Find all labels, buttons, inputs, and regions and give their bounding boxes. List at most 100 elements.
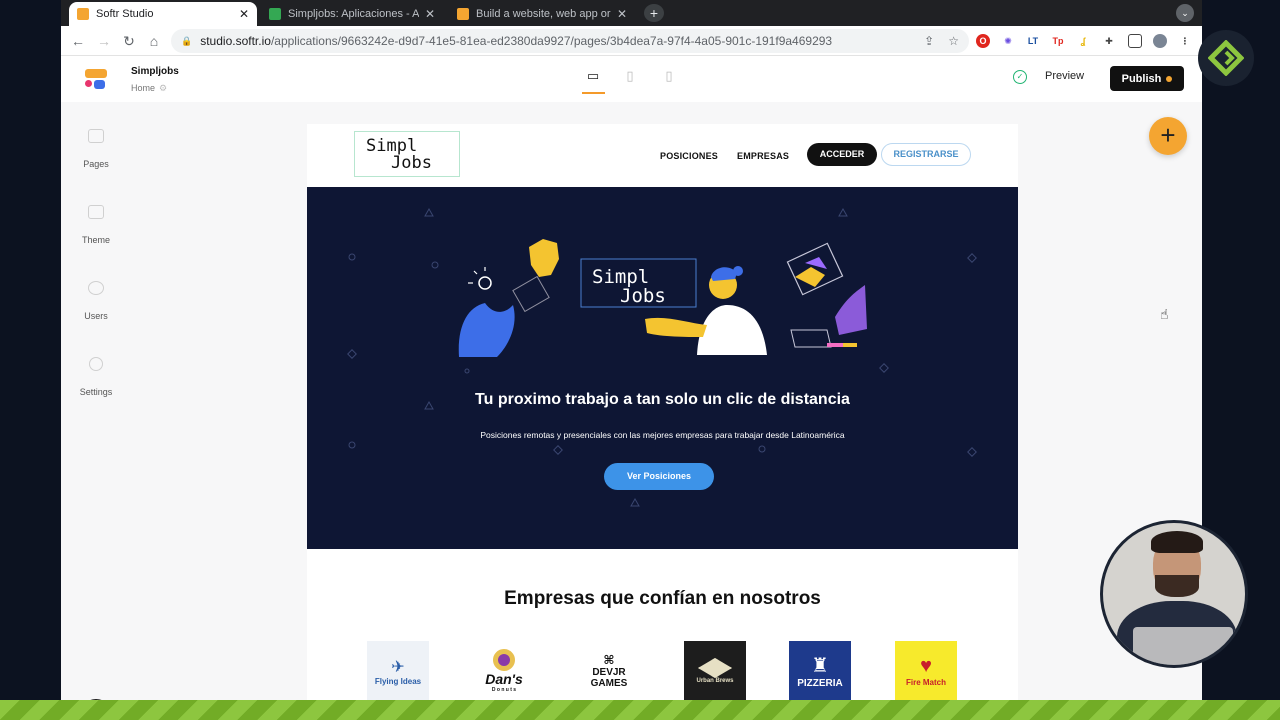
profile-avatar-icon[interactable] bbox=[1153, 34, 1167, 48]
lt-extension-icon[interactable]: LT bbox=[1026, 34, 1040, 48]
theme-icon bbox=[88, 205, 104, 219]
tab-title: Softr Studio bbox=[96, 8, 154, 20]
nav-posiciones[interactable]: POSICIONES bbox=[660, 151, 718, 161]
company-logo-urban-brews: Urban Brews bbox=[684, 641, 746, 701]
url-host: studio.softr.io bbox=[200, 34, 271, 48]
active-device-indicator bbox=[582, 92, 605, 94]
presenter-webcam bbox=[1100, 520, 1248, 668]
company-logo-fire-match: ♥ Fire Match bbox=[895, 641, 957, 701]
lock-icon: 🔒 bbox=[181, 35, 193, 46]
browser-tab-softr-studio[interactable]: Softr Studio ✕ bbox=[69, 2, 257, 26]
publish-label: Publish bbox=[1121, 72, 1162, 85]
hero-title: Tu proximo trabajo a tan solo un clic de… bbox=[475, 391, 850, 408]
company-name: Dan's bbox=[485, 671, 523, 687]
pointer-cursor-icon: ☝ bbox=[1160, 306, 1169, 322]
hero-subtitle: Posiciones remotas y presenciales con la… bbox=[480, 430, 845, 440]
sidebar-item-pages[interactable]: Pages bbox=[61, 129, 131, 169]
tab-title: Simpljobs: Aplicaciones - Airta bbox=[288, 8, 419, 20]
tower-icon: ♜ bbox=[811, 655, 829, 677]
home-icon[interactable]: ⌂ bbox=[145, 32, 163, 50]
share-icon[interactable]: ⇪ bbox=[924, 34, 934, 48]
paper-plane-icon: ✈ bbox=[391, 658, 405, 676]
tablet-view-icon[interactable]: ▯ bbox=[620, 68, 640, 83]
tp-extension-icon[interactable]: Tp bbox=[1051, 34, 1065, 48]
company-sub: D o n u t s bbox=[491, 687, 517, 693]
mobile-view-icon[interactable]: ▯ bbox=[659, 68, 679, 83]
puzzle-extensions-icon[interactable]: ✚ bbox=[1102, 34, 1116, 48]
ver-posiciones-button[interactable]: Ver Posiciones bbox=[604, 463, 714, 490]
desktop-view-icon[interactable]: ▭ bbox=[583, 68, 603, 83]
sidebar-item-theme[interactable]: Theme bbox=[61, 205, 131, 245]
reload-icon[interactable]: ↻ bbox=[120, 32, 138, 50]
address-bar[interactable]: 🔒 studio.softr.io/applications/9663242e-… bbox=[171, 29, 969, 53]
tab-search-icon[interactable]: ⌄ bbox=[1176, 4, 1194, 22]
company-name: Fire Match bbox=[905, 678, 946, 687]
settings-icon bbox=[89, 357, 103, 371]
close-tab-icon[interactable]: ✕ bbox=[425, 7, 435, 21]
preview-button[interactable]: Preview bbox=[1045, 70, 1084, 82]
add-block-button[interactable]: + bbox=[1149, 117, 1187, 155]
unpublished-dot bbox=[1166, 75, 1173, 82]
users-icon bbox=[88, 281, 104, 295]
sidebar-label: Pages bbox=[83, 159, 109, 169]
back-icon[interactable]: ← bbox=[69, 32, 87, 50]
hero-section[interactable]: Simpl Jobs Tu proximo trabajo a tan solo… bbox=[307, 187, 1018, 549]
nav-empresas[interactable]: EMPRESAS bbox=[737, 151, 789, 161]
company-name: PIZZERIA bbox=[797, 678, 843, 689]
company-logo-dans-donuts: Dan's D o n u t s bbox=[473, 641, 535, 701]
softr-studio: Simpljobs Home ⚙ ▭ ▯ ▯ ✓ Preview Publish … bbox=[61, 56, 1202, 720]
acceder-button[interactable]: ACCEDER bbox=[807, 143, 877, 166]
softr-favicon-icon bbox=[457, 8, 469, 20]
url-path: /applications/9663242e-d9d7-41e5-81ea-ed… bbox=[270, 34, 833, 48]
sidebar-label: Settings bbox=[79, 387, 113, 397]
donut-icon bbox=[493, 649, 515, 671]
app-name: Simpljobs bbox=[131, 66, 179, 77]
highlighter-extension-icon[interactable]: ʆ bbox=[1076, 34, 1090, 48]
airtable-favicon-icon bbox=[269, 8, 281, 20]
company-name: Urban Brews bbox=[696, 678, 734, 684]
new-tab-icon[interactable]: + bbox=[644, 4, 664, 22]
saved-check-icon: ✓ bbox=[1013, 70, 1027, 84]
company-name: DEVJR bbox=[592, 667, 626, 678]
company-logo-pizzeria: ♜ PIZZERIA bbox=[789, 641, 851, 701]
svg-text:Jobs: Jobs bbox=[620, 285, 666, 307]
forward-icon[interactable]: → bbox=[95, 32, 113, 50]
page-canvas[interactable]: Simpl Jobs POSICIONES EMPRESAS ACCEDER R… bbox=[307, 124, 1018, 720]
close-tab-icon[interactable]: ✕ bbox=[617, 7, 627, 21]
companies-title: Empresas que confían en nosotros bbox=[504, 588, 821, 609]
browser-tab-build-website[interactable]: Build a website, web app or po ✕ bbox=[449, 2, 635, 26]
sidebar-label: Theme bbox=[81, 235, 110, 245]
logo-line2: Jobs bbox=[391, 153, 432, 173]
close-tab-icon[interactable]: ✕ bbox=[239, 7, 249, 21]
company-sub: GAMES bbox=[590, 678, 628, 689]
page-selector[interactable]: Home ⚙ bbox=[131, 83, 167, 94]
studio-sidebar: Pages Theme Users Settings ? bbox=[61, 102, 131, 720]
sidebar-item-settings[interactable]: Settings bbox=[61, 357, 131, 397]
publish-button[interactable]: Publish bbox=[1110, 66, 1184, 91]
side-panel-icon[interactable] bbox=[1128, 34, 1142, 48]
browser-toolbar: ← → ↻ ⌂ 🔒 studio.softr.io/applications/9… bbox=[61, 26, 1202, 56]
gamepad-icon: ⌘ bbox=[603, 653, 615, 667]
tab-title: Build a website, web app or po bbox=[476, 8, 611, 20]
softr-favicon-icon bbox=[77, 8, 89, 20]
page-settings-icon[interactable]: ⚙ bbox=[159, 83, 167, 93]
pages-icon bbox=[88, 129, 104, 143]
registrarse-button[interactable]: REGISTRARSE bbox=[881, 143, 971, 166]
site-header[interactable]: Simpl Jobs POSICIONES EMPRESAS ACCEDER R… bbox=[307, 124, 1018, 187]
gear-extension-icon[interactable]: ✺ bbox=[1001, 34, 1015, 48]
more-menu-icon[interactable]: ⋮ bbox=[1178, 34, 1192, 48]
bottom-decorative-stripe bbox=[0, 700, 1280, 720]
opera-extension-icon[interactable]: O bbox=[976, 34, 990, 48]
company-name: Flying Ideas bbox=[374, 676, 422, 686]
browser-tab-bar: Softr Studio ✕ Simpljobs: Aplicaciones -… bbox=[61, 0, 1202, 26]
sidebar-item-users[interactable]: Users bbox=[61, 281, 131, 321]
bookmark-star-icon[interactable]: ☆ bbox=[948, 34, 959, 48]
site-logo[interactable]: Simpl Jobs bbox=[354, 131, 460, 177]
softr-logo-icon bbox=[85, 69, 107, 89]
company-logo-devjr-games: ⌘ DEVJR GAMES bbox=[578, 641, 640, 701]
diamond-icon bbox=[698, 658, 732, 678]
page-name: Home bbox=[131, 83, 156, 93]
heart-flame-icon: ♥ bbox=[920, 655, 932, 677]
browser-tab-airtable[interactable]: Simpljobs: Aplicaciones - Airta ✕ bbox=[261, 2, 443, 26]
channel-logo-icon bbox=[1198, 30, 1254, 86]
